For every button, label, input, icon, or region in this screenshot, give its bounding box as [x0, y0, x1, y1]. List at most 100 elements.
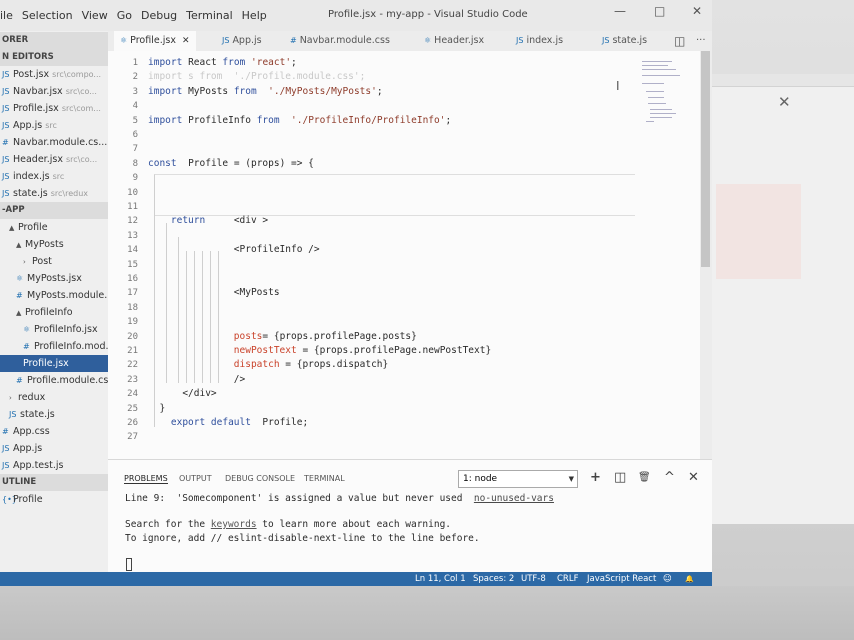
sidebar-section-header[interactable]: -APP [0, 202, 108, 219]
code-line[interactable]: const Profile = (props) => { [148, 157, 314, 171]
sidebar-section-header[interactable]: UTLINE [0, 474, 108, 491]
code-line[interactable]: /> [148, 373, 245, 387]
menu-item[interactable]: ile [0, 9, 13, 22]
split-terminal-icon[interactable]: ◫ [614, 470, 626, 485]
sidebar-item[interactable]: JS App.js [0, 440, 108, 457]
file-type-icon: ⚛ [424, 36, 432, 45]
chevron-icon[interactable]: › [9, 390, 18, 407]
chevron-icon[interactable]: ▲ [16, 237, 25, 254]
line-number: 19 [127, 317, 138, 328]
sidebar-item[interactable]: JS App.test.js [0, 457, 108, 474]
close-tab-icon[interactable]: ✕ [182, 36, 190, 46]
sidebar-item[interactable]: JS App.js src [0, 117, 108, 134]
terminal-select[interactable]: 1: node ▼ [458, 470, 578, 488]
minimap[interactable] [638, 51, 698, 131]
sidebar-item[interactable]: JS index.js src [0, 168, 108, 185]
scrollbar-thumb[interactable] [701, 51, 710, 267]
menu-item[interactable]: Selection [22, 9, 73, 22]
code-line[interactable]: <MyPosts [148, 286, 280, 300]
sidebar-item[interactable]: ▲ Profile [0, 219, 108, 237]
minimize-button[interactable]: — [614, 4, 626, 18]
sidebar-item[interactable]: ▲ MyPosts [0, 236, 108, 254]
sidebar-item[interactable]: ⚛ MyPosts.jsx [0, 270, 108, 287]
sidebar-item[interactable]: # MyPosts.module... [0, 287, 108, 304]
new-terminal-icon[interactable]: + [590, 470, 601, 485]
sidebar-item[interactable]: # ProfileInfo.mod... [0, 338, 108, 355]
code-token: = {props.profilePage.newPostText} [296, 345, 492, 356]
sidebar-item[interactable]: JS Post.jsx src\compo... [0, 66, 108, 83]
sidebar-item-label: ProfileInfo.jsx [34, 324, 98, 335]
feedback-icon[interactable]: ☺ [663, 572, 672, 586]
rule-link[interactable]: no-unused-vars [474, 493, 554, 504]
encoding[interactable]: UTF-8 [521, 572, 546, 586]
maximize-panel-icon[interactable]: ^ [664, 470, 675, 485]
trash-icon[interactable]: 🗑 [638, 472, 651, 483]
indentation[interactable]: Spaces: 2 [473, 572, 514, 586]
code-line[interactable]: dispatch = {props.dispatch} [148, 358, 388, 372]
language-mode[interactable]: JavaScript React [587, 572, 656, 586]
editor-tab[interactable]: ⚛ Profile.jsx ✕ [114, 31, 196, 51]
menu-item[interactable]: View [82, 9, 108, 22]
code-token: = {props.profilePage.posts} [262, 330, 417, 342]
editor-tab[interactable]: JS index.js [510, 31, 569, 51]
minimap-line [646, 91, 664, 92]
sidebar-section-header[interactable]: ORER [0, 32, 108, 49]
code-line[interactable]: } [148, 402, 165, 416]
code-line[interactable]: newPostText = {props.profilePage.newPost… [148, 344, 491, 358]
sidebar-item[interactable]: JS Header.jsx src\co... [0, 151, 108, 168]
menu-item[interactable]: Go [117, 9, 132, 22]
keywords-link[interactable]: keywords [211, 519, 257, 530]
sidebar-item[interactable]: Profile.jsx [0, 355, 108, 372]
sidebar-item[interactable]: # App.css [0, 423, 108, 440]
close-panel-icon[interactable]: ✕ [688, 470, 699, 485]
sidebar-item[interactable]: # Navbar.module.cs... [0, 134, 108, 151]
sidebar-item[interactable]: {•}Profile [0, 491, 108, 508]
sidebar-item[interactable]: # Profile.module.css [0, 372, 108, 389]
editor-tab[interactable]: ⚛ Header.jsx [418, 31, 490, 51]
sidebar-item-label: N EDITORS [2, 52, 54, 62]
sidebar-item[interactable]: JS state.js src\redux [0, 185, 108, 202]
more-actions-icon[interactable]: ··· [696, 31, 706, 51]
menu-item[interactable]: Debug [141, 9, 177, 22]
cursor-position[interactable]: Ln 11, Col 1 [415, 572, 466, 586]
code-line[interactable]: posts= {props.profilePage.posts} [148, 330, 417, 344]
sidebar-item[interactable]: JS Navbar.jsx src\co... [0, 83, 108, 100]
panel-tab[interactable]: OUTPUT [179, 474, 212, 483]
panel-tab[interactable]: TERMINAL [304, 474, 345, 483]
menu-item[interactable]: Help [242, 9, 267, 22]
chevron-icon[interactable]: ▲ [9, 220, 18, 237]
maximize-button[interactable]: □ [654, 4, 665, 18]
bell-icon[interactable]: 🔔 [685, 572, 694, 586]
editor-tab[interactable]: # Navbar.module.css [284, 31, 396, 51]
line-number: 23 [127, 374, 138, 385]
editor-tab[interactable]: JS state.js [596, 31, 653, 51]
menu-item[interactable]: Terminal [186, 9, 233, 22]
panel-tab[interactable]: PROBLEMS [124, 474, 168, 484]
close-button[interactable]: ✕ [692, 4, 702, 18]
code-line[interactable]: import s from './Profile.module.css'; [148, 70, 365, 84]
sidebar-item[interactable]: › redux [0, 389, 108, 407]
editor-tab[interactable]: JS App.js [216, 31, 268, 51]
sidebar-item[interactable]: JS state.js [0, 406, 108, 423]
split-editor-icon[interactable]: ◫ [674, 31, 685, 51]
code-editor[interactable]: 1 2 3 4 5 6 7 8 9 10 11 12 13 14 15 16 17 18 19 20 21 22 23 24 2… [108, 51, 712, 459]
code-token: dispatch [233, 359, 280, 371]
sidebar-item[interactable]: JS Profile.jsx src\com... [0, 100, 108, 117]
sidebar-item[interactable]: ⚛ ProfileInfo.jsx [0, 321, 108, 338]
code-line[interactable]: import MyPosts from './MyPosts/MyPosts'; [148, 85, 383, 99]
code-line[interactable]: export default Profile; [148, 416, 308, 430]
editor-scrollbar[interactable] [700, 51, 712, 459]
sidebar-item-label: Navbar.jsx [13, 86, 63, 97]
code-line[interactable]: import ProfileInfo from './ProfileInfo/P… [148, 114, 451, 128]
code-line[interactable]: </div> [148, 387, 216, 401]
sidebar-section-header[interactable]: N EDITORS [0, 49, 108, 66]
code-line[interactable]: import React from 'react'; [148, 56, 297, 70]
chevron-icon[interactable]: ▲ [16, 305, 25, 322]
sidebar-item[interactable]: ▲ ProfileInfo [0, 304, 108, 322]
chevron-icon[interactable]: › [23, 254, 32, 271]
panel-tab[interactable]: DEBUG CONSOLE [225, 474, 295, 483]
background-close-icon[interactable]: ✕ [778, 93, 791, 111]
code-line[interactable]: <ProfileInfo /> [148, 243, 320, 257]
sidebar-item[interactable]: › Post [0, 253, 108, 271]
line-ending[interactable]: CRLF [557, 572, 578, 586]
